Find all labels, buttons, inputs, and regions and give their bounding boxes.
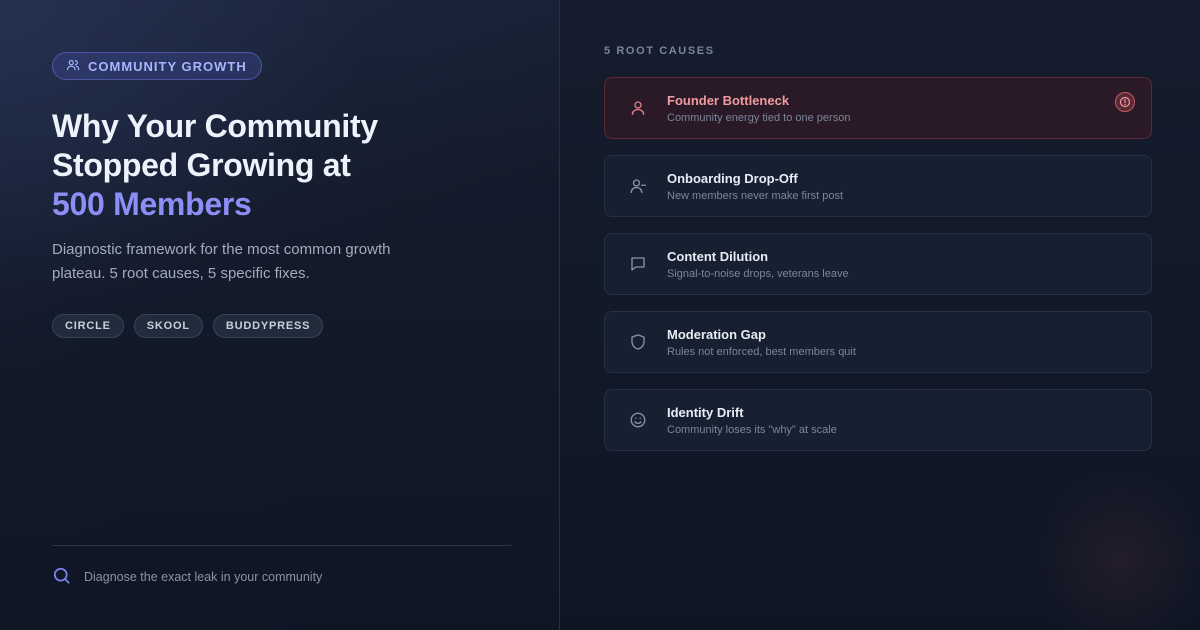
footer-cta: Diagnose the exact leak in your communit… [52,566,322,588]
message-square-icon [629,255,647,273]
category-badge-label: COMMUNITY GROWTH [88,58,247,74]
title-line-2: Stopped Growing at [52,147,351,183]
tag-buddypress: BUDDYPRESS [212,314,324,338]
root-cause-list: Founder Bottleneck Community energy tied… [604,77,1152,467]
cause-title: Founder Bottleneck [667,93,790,108]
title-line-1: Why Your Community [52,108,378,144]
cause-card-content-dilution: Content Dilution Signal-to-noise drops, … [604,233,1152,295]
user-minus-icon [629,177,647,195]
cause-card-onboarding-drop-off: Onboarding Drop-Off New members never ma… [604,155,1152,217]
divider [52,545,511,546]
cause-title: Identity Drift [667,405,744,420]
cause-desc: Signal-to-noise drops, veterans leave [667,268,849,280]
page-title: Why Your Community Stopped Growing at 50… [52,107,492,224]
user-icon [629,99,647,117]
category-badge: COMMUNITY GROWTH [52,52,262,80]
cause-desc: Community loses its "why" at scale [667,424,837,436]
title-accent: 500 Members [52,186,252,222]
users-icon [66,58,80,75]
page-subtitle: Diagnostic framework for the most common… [52,241,391,282]
cause-desc: New members never make first post [667,190,844,202]
cause-title: Moderation Gap [667,327,766,342]
tag-skool: SKOOL [133,314,203,338]
section-label: 5 ROOT CAUSES [604,45,715,57]
footer-text: Diagnose the exact leak in your communit… [84,570,323,584]
cause-card-founder-bottleneck: Founder Bottleneck Community energy tied… [604,77,1152,139]
left-panel: COMMUNITY GROWTH Why Your Community Stop… [0,0,560,630]
platform-tags: CIRCLE SKOOL BUDDYPRESS [52,314,324,338]
cause-desc: Community energy tied to one person [667,112,851,124]
cause-card-moderation-gap: Moderation Gap Rules not enforced, best … [604,311,1152,373]
og-card: COMMUNITY GROWTH Why Your Community Stop… [0,0,1200,630]
cause-card-identity-drift: Identity Drift Community loses its "why"… [604,389,1152,451]
shield-icon [629,333,647,351]
tag-circle: CIRCLE [52,314,124,338]
search-icon [52,566,71,588]
cause-title: Content Dilution [667,249,769,264]
cause-title: Onboarding Drop-Off [667,171,798,186]
cause-desc: Rules not enforced, best members quit [667,346,856,358]
alert-icon [1115,92,1135,112]
smile-icon [629,411,647,429]
